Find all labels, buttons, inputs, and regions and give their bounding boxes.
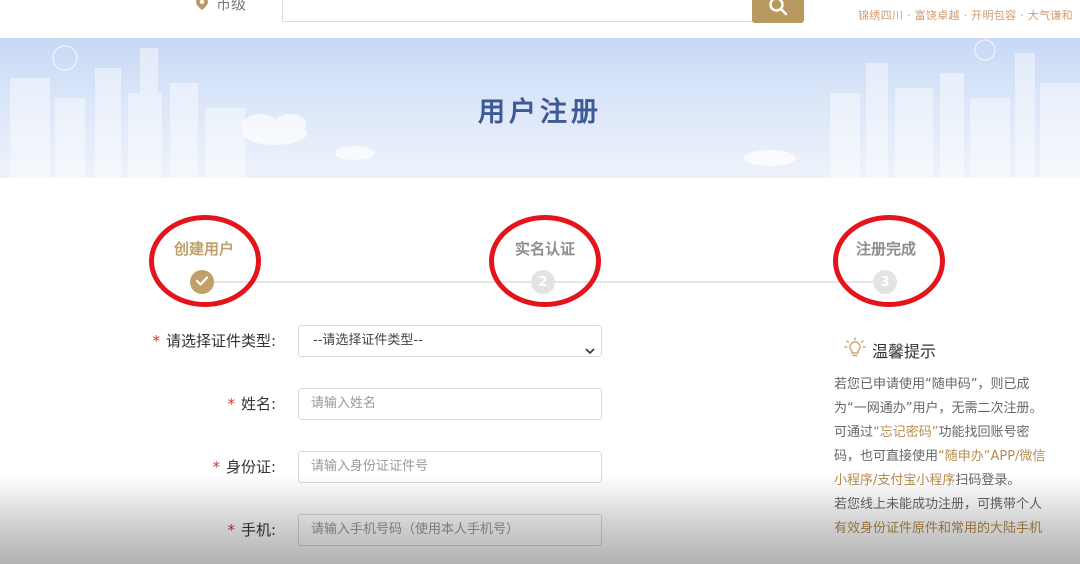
tips-text: 若您线上未能成功注册，可携带个人	[834, 497, 1043, 512]
tips-title: 温馨提示	[872, 342, 937, 361]
tips-paragraph-3: 若您线上未能成功注册，可携带个人有效身份证件原件和常用的大陆手机	[834, 493, 1048, 541]
tips-highlight: 有效身份证件原件和常用的大陆手机	[834, 521, 1043, 536]
required-mark: *	[227, 521, 235, 539]
required-mark: *	[212, 458, 220, 476]
page-banner: 用户注册	[0, 38, 1080, 178]
tips-header: 温馨提示	[844, 337, 936, 363]
forgot-password-link[interactable]: “忘记密码”	[873, 425, 938, 440]
id-type-label: * 请选择证件类型:	[152, 325, 276, 357]
required-mark: *	[227, 395, 235, 413]
annotation-circle-step-2	[489, 215, 601, 307]
form-row-id-number: * 身份证: 请输入身份证证件号	[0, 451, 620, 483]
top-bar: 市级 锦绣四川 · 富饶卓越 · 开明包容 · 大气谦和	[0, 0, 1080, 38]
region-label: 市级	[216, 0, 247, 13]
chevron-down-icon	[585, 337, 595, 367]
id-type-selected-value: --请选择证件类型--	[313, 333, 423, 348]
tips-text: 若您已申请使用“随申码”，则已成为“一网通办”用户，无需二次注册。	[834, 377, 1043, 416]
form-row-phone: * 手机: 请输入手机号码（使用本人手机号）	[0, 514, 620, 546]
annotation-circle-step-3	[833, 215, 945, 307]
search-icon	[768, 0, 788, 20]
tips-paragraph-1: 若您已申请使用“随申码”，则已成为“一网通办”用户，无需二次注册。	[834, 373, 1048, 421]
required-mark: *	[152, 332, 160, 350]
search-input[interactable]	[282, 0, 754, 22]
id-number-input[interactable]: 请输入身份证证件号	[298, 451, 602, 483]
phone-label: * 手机:	[227, 514, 276, 546]
map-pin-icon	[196, 0, 208, 10]
phone-label-text: 手机:	[240, 521, 276, 539]
slogan-text: 锦绣四川 · 富饶卓越 · 开明包容 · 大气谦和	[858, 9, 1073, 22]
id-type-label-text: 请选择证件类型:	[165, 332, 276, 350]
region-selector[interactable]: 市级	[196, 0, 247, 13]
name-label: * 姓名:	[227, 388, 276, 420]
tips-content: 若您已申请使用“随申码”，则已成为“一网通办”用户，无需二次注册。 可通过“忘记…	[834, 373, 1048, 541]
id-number-label: * 身份证:	[212, 451, 276, 483]
id-type-select[interactable]: --请选择证件类型--	[298, 325, 602, 357]
form-row-name: * 姓名: 请输入姓名	[0, 388, 620, 420]
id-number-label-text: 身份证:	[225, 458, 276, 476]
name-input[interactable]: 请输入姓名	[298, 388, 602, 420]
tips-text: 扫码登录。	[955, 473, 1021, 488]
name-label-text: 姓名:	[240, 395, 276, 413]
page-root: 市级 锦绣四川 · 富饶卓越 · 开明包容 · 大气谦和 用户注册 创建用户 实…	[0, 0, 1080, 564]
annotation-circle-step-1	[149, 215, 261, 307]
form-row-id-type: * 请选择证件类型: --请选择证件类型--	[0, 325, 620, 357]
tips-paragraph-2: 可通过“忘记密码”功能找回账号密码，也可直接使用“随申办”APP/微信小程序/支…	[834, 421, 1048, 493]
lightbulb-icon	[844, 337, 866, 363]
search-button[interactable]	[752, 0, 804, 23]
page-title: 用户注册	[478, 97, 602, 128]
tips-text: 可通过	[834, 425, 874, 440]
phone-input[interactable]: 请输入手机号码（使用本人手机号）	[298, 514, 602, 546]
